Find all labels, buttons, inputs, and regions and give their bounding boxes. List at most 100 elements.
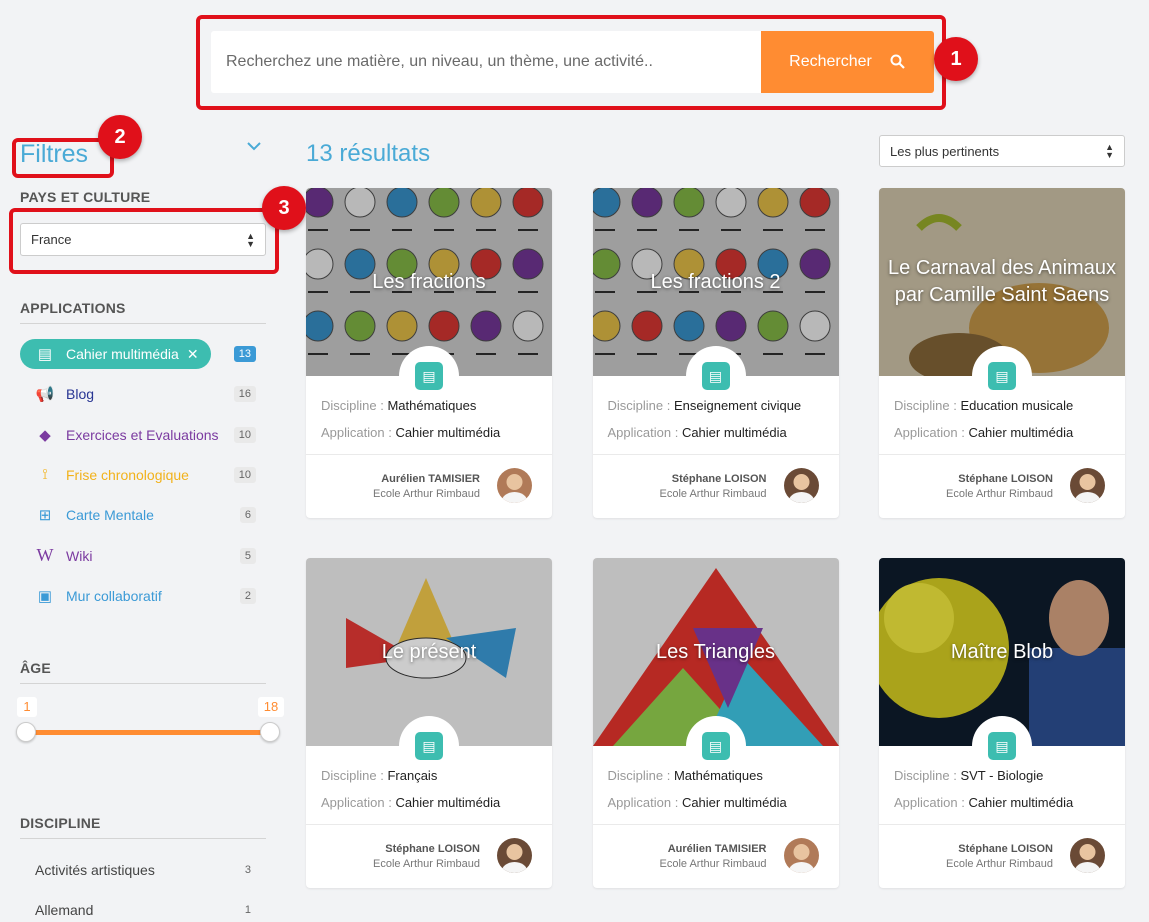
card-app-badge: ▤	[972, 716, 1032, 776]
card-application-value: Cahier multimédia	[395, 425, 501, 440]
chevron-down-icon[interactable]	[246, 141, 262, 151]
discipline-count: 3	[244, 864, 251, 876]
age-section-title: ÂGE	[20, 660, 51, 676]
avatar[interactable]	[1070, 838, 1105, 873]
card-application-key: Application :	[321, 425, 396, 440]
card-application-value: Cahier multimédia	[681, 425, 787, 440]
application-item[interactable]: ▣ Mur collaboratif 2	[20, 581, 260, 611]
annotation-badge-2: 2	[98, 115, 142, 159]
result-card[interactable]: Les fractions 2 ▤ Discipline : Enseignemen…	[592, 188, 839, 518]
card-discipline-value: SVT - Biologie	[960, 768, 1044, 783]
card-author[interactable]: Aurélien TAMISIER	[381, 473, 480, 485]
search-placeholder: Recherchez une matière, un niveau, un th…	[226, 53, 653, 70]
card-application-value: Cahier multimédia	[681, 795, 787, 810]
card-divider	[592, 454, 839, 455]
notebook-icon: ▤	[415, 732, 443, 760]
results-count: 13 résultats	[306, 140, 431, 167]
result-card[interactable]: Le présent ▤ Discipline : Français Applicat…	[306, 558, 552, 888]
card-author[interactable]: Stéphane LOISON	[385, 843, 480, 855]
card-author[interactable]: Aurélien TAMISIER	[668, 843, 767, 855]
card-divider	[306, 454, 552, 455]
active-filter-pill[interactable]: ▤ Cahier multimédia ✕	[20, 339, 211, 369]
discipline-item[interactable]: Allemand 1	[35, 900, 260, 920]
country-select-value: France	[31, 232, 72, 247]
result-card[interactable]: Le Carnaval des Animaux par Camille Sain…	[879, 188, 1125, 518]
application-label: Cahier multimédia	[66, 346, 179, 362]
application-item[interactable]: ⊞ Carte Mentale 6	[20, 500, 260, 530]
notebook-icon: ▤	[701, 732, 730, 760]
card-discipline-value: Mathématiques	[387, 398, 477, 413]
notebook-icon: ▤	[415, 362, 443, 390]
annotation-badge-1: 1	[934, 37, 978, 81]
card-divider	[592, 824, 839, 825]
application-label: Blog	[66, 386, 95, 403]
card-discipline: Discipline : Mathématiques	[608, 768, 763, 783]
card-application: Application : Cahier multimédia	[321, 425, 500, 440]
card-app-badge: ▤	[399, 346, 459, 406]
remove-filter-icon[interactable]: ✕	[187, 346, 199, 363]
application-count: 2	[239, 587, 256, 604]
search-button[interactable]: Rechercher	[761, 31, 934, 93]
result-card[interactable]: Les fractions ▤ Discipline : Mathématiques…	[306, 188, 552, 518]
avatar[interactable]	[783, 838, 819, 873]
result-card[interactable]: Les Triangles ▤ Discipline : Mathématiques…	[592, 558, 839, 888]
discipline-item[interactable]: Activités artistiques 3	[35, 860, 260, 880]
section-divider	[20, 683, 266, 684]
application-label: Exercices et Evaluations	[66, 426, 219, 443]
application-item[interactable]: ⟟ Frise chronologique 10	[20, 460, 260, 490]
avatar[interactable]	[1070, 468, 1105, 503]
application-item[interactable]: ◆ Exercices et Evaluations 10	[20, 420, 260, 450]
card-discipline: Discipline : SVT - Biologie	[894, 768, 1043, 783]
cubes-icon: ◆	[39, 426, 51, 444]
select-arrows-icon: ▲ ▼	[1105, 142, 1114, 160]
card-discipline-value: Education musicale	[960, 398, 1074, 413]
country-select[interactable]: France ▲ ▼	[20, 223, 266, 256]
card-discipline-value: Enseignement civique	[673, 398, 802, 413]
card-discipline: Discipline : Education musicale	[894, 398, 1073, 413]
card-author[interactable]: Stéphane LOISON	[672, 473, 767, 485]
age-slider-track[interactable]	[26, 730, 270, 735]
sort-select-value: Les plus pertinents	[890, 143, 1000, 159]
card-application: Application : Cahier multimédia	[894, 795, 1073, 810]
card-author[interactable]: Stéphane LOISON	[958, 843, 1053, 855]
avatar[interactable]	[783, 468, 819, 503]
discipline-label: Allemand	[35, 902, 94, 918]
application-count: 6	[239, 507, 256, 524]
avatar[interactable]	[497, 838, 532, 873]
card-divider	[306, 824, 552, 825]
application-label: Frise chronologique	[66, 466, 189, 483]
card-discipline-key: Discipline :	[894, 398, 961, 413]
card-divider	[879, 454, 1125, 455]
age-slider-min-handle[interactable]	[16, 722, 36, 742]
card-author[interactable]: Stéphane LOISON	[958, 473, 1053, 485]
timeline-icon: ⟟	[42, 466, 48, 484]
application-label: Carte Mentale	[66, 507, 154, 524]
application-label: Mur collaboratif	[66, 587, 162, 604]
megaphone-icon: 📢	[35, 386, 55, 404]
card-discipline-key: Discipline :	[607, 768, 674, 783]
application-item[interactable]: 📢 Blog 16	[20, 379, 260, 409]
card-application-value: Cahier multimédia	[968, 795, 1074, 810]
search-input[interactable]: Recherchez une matière, un niveau, un th…	[211, 31, 761, 93]
card-divider	[879, 824, 1125, 825]
search-button-label: Rechercher	[789, 53, 872, 70]
sort-select[interactable]: Les plus pertinents ▲ ▼	[879, 135, 1125, 167]
search-icon	[890, 54, 905, 69]
section-divider	[20, 838, 266, 839]
avatar[interactable]	[497, 468, 532, 503]
applications-section-title: APPLICATIONS	[20, 300, 126, 316]
card-discipline-key: Discipline :	[321, 398, 388, 413]
card-app-badge: ▤	[685, 716, 746, 776]
wiki-icon: W	[36, 545, 54, 565]
application-item[interactable]: ▤ Cahier multimédia ✕ 13	[20, 339, 260, 369]
section-divider	[20, 323, 266, 324]
result-card[interactable]: Maître Blob ▤ Discipline : SVT - Biologie A…	[879, 558, 1125, 888]
card-application-value: Cahier multimédia	[968, 425, 1074, 440]
country-section-title: PAYS ET CULTURE	[20, 189, 151, 205]
card-application-key: Application :	[607, 795, 682, 810]
age-slider-max-handle[interactable]	[260, 722, 280, 742]
age-max-label: 18	[258, 697, 284, 717]
application-item[interactable]: W Wiki 5	[20, 541, 260, 571]
card-application: Application : Cahier multimédia	[321, 795, 500, 810]
card-discipline: Discipline : Enseignement civique	[608, 398, 802, 413]
